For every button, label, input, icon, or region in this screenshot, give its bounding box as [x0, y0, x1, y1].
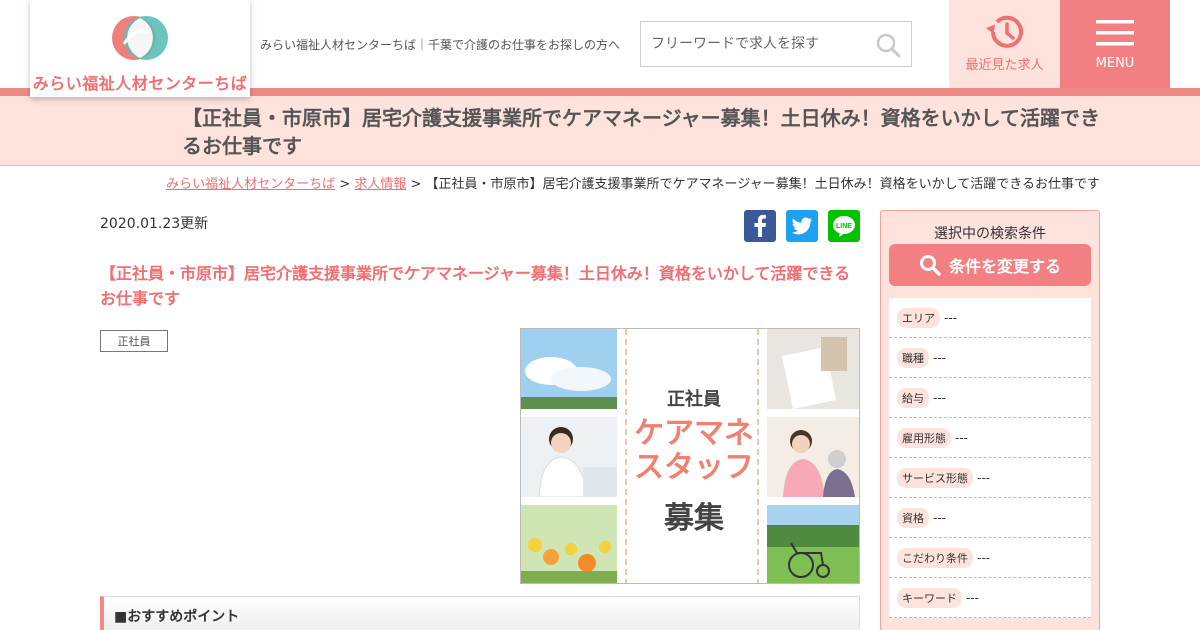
job-image-center-panel: 正社員 ケアマネ スタッフ 募集: [625, 329, 761, 583]
condition-value: ---: [933, 510, 946, 525]
condition-value: ---: [944, 310, 957, 325]
search-box: [640, 21, 912, 67]
breadcrumb-separator: >: [335, 177, 355, 192]
search-conditions-panel: 選択中の検索条件 条件を変更する エリア --- 職種 --- 給与 --- 雇…: [880, 210, 1100, 630]
logo-mark-icon: [112, 16, 168, 60]
condition-row-job-type: 職種 ---: [889, 338, 1091, 378]
site-header: みらい福祉人材センターちば みらい福祉人材センターちば｜千葉で介護のお仕事をお探…: [0, 0, 1200, 97]
facebook-icon: [754, 214, 766, 237]
line-icon-label: LINE: [836, 223, 852, 230]
condition-value: ---: [977, 550, 990, 565]
line-icon: LINE: [833, 216, 855, 237]
sky-photo: [521, 329, 617, 409]
wheelchair-photo: [767, 505, 859, 583]
conditions-list: エリア --- 職種 --- 給与 --- 雇用形態 --- サービス形態 --…: [889, 298, 1091, 618]
line-share-button[interactable]: LINE: [828, 210, 860, 242]
breadcrumb: みらい福祉人材センターちば > 求人情報 > 【正社員・市原市】居宅介護支援事業…: [166, 173, 1100, 192]
job-image: 正社員 ケアマネ スタッフ 募集: [520, 328, 860, 584]
image-text-employment: 正社員: [667, 389, 721, 410]
logo-text: みらい福祉人材センターちば: [32, 74, 248, 93]
employment-type-tag: 正社員: [100, 330, 168, 352]
breadcrumb-separator: >: [406, 177, 426, 192]
nurse-photo: [521, 417, 617, 497]
condition-row-service: サービス形態 ---: [889, 458, 1091, 498]
condition-row-preferences: こだわり条件 ---: [889, 538, 1091, 578]
image-text-line: スタッフ: [634, 450, 754, 485]
document-photo: [767, 329, 859, 409]
search-conditions-heading: 選択中の検索条件: [934, 226, 1046, 242]
search-input[interactable]: [641, 22, 871, 66]
breadcrumb-home-link[interactable]: みらい福祉人材センターちば: [166, 177, 335, 192]
change-conditions-button[interactable]: 条件を変更する: [889, 244, 1091, 286]
flowers-photo: [521, 505, 617, 583]
twitter-icon: [791, 217, 812, 235]
condition-row-qualification: 資格 ---: [889, 498, 1091, 538]
condition-row-salary: 給与 ---: [889, 378, 1091, 418]
condition-row-area: エリア ---: [889, 298, 1091, 338]
condition-label: 雇用形態: [897, 427, 951, 448]
condition-label: 資格: [897, 507, 929, 528]
search-icon[interactable]: [875, 32, 901, 58]
condition-row-keyword: キーワード ---: [889, 578, 1091, 618]
social-share: LINE: [744, 210, 860, 242]
condition-label: キーワード: [897, 587, 962, 608]
condition-value: ---: [977, 470, 990, 485]
search-icon: [919, 255, 941, 276]
condition-value: ---: [955, 430, 968, 445]
image-text-caremane: ケアマネ スタッフ: [627, 417, 761, 485]
job-title: 【正社員・市原市】居宅介護支援事業所でケアマネージャー募集！土日休み！資格をいか…: [100, 264, 851, 308]
condition-label: こだわり条件: [897, 547, 973, 568]
breadcrumb-current: 【正社員・市原市】居宅介護支援事業所でケアマネージャー募集！土日休み！資格をいか…: [425, 177, 1100, 192]
title-band: 【正社員・市原市】居宅介護支援事業所でケアマネージャー募集！土日休み！資格をいか…: [0, 96, 1200, 166]
site-logo[interactable]: みらい福祉人材センターちば: [30, 0, 250, 97]
breadcrumb-jobs-link[interactable]: 求人情報: [354, 177, 406, 192]
condition-value: ---: [933, 350, 946, 365]
recommend-points-heading: ■おすすめポイント: [100, 596, 860, 630]
section-heading-text: ■おすすめポイント: [114, 609, 240, 625]
condition-label: エリア: [897, 307, 940, 328]
condition-label: サービス形態: [897, 467, 973, 488]
image-text-line: ケアマネ: [634, 416, 754, 451]
condition-value: ---: [966, 590, 979, 605]
change-conditions-label: 条件を変更する: [948, 257, 1061, 276]
condition-label: 給与: [897, 387, 929, 408]
menu-button[interactable]: MENU: [1060, 0, 1170, 88]
condition-value: ---: [933, 390, 946, 405]
facebook-share-button[interactable]: [744, 210, 776, 242]
menu-label: MENU: [1095, 56, 1135, 71]
twitter-share-button[interactable]: [786, 210, 818, 242]
site-tagline: みらい福祉人材センターちば｜千葉で介護のお仕事をお探しの方へ: [260, 38, 621, 52]
image-text-recruit: 募集: [664, 501, 724, 536]
condition-row-employment: 雇用形態 ---: [889, 418, 1091, 458]
page-title: 【正社員・市原市】居宅介護支援事業所でケアマネージャー募集！土日休み！資格をいか…: [182, 106, 1100, 158]
history-icon: [985, 15, 1023, 48]
updated-date: 2020.01.23更新: [100, 216, 209, 232]
condition-label: 職種: [897, 347, 929, 368]
hamburger-icon: [1096, 20, 1134, 46]
recent-jobs-label: 最近見た求人: [965, 58, 1044, 73]
caregiver-photo: [767, 417, 859, 497]
recent-jobs-button[interactable]: 最近見た求人: [949, 0, 1060, 88]
